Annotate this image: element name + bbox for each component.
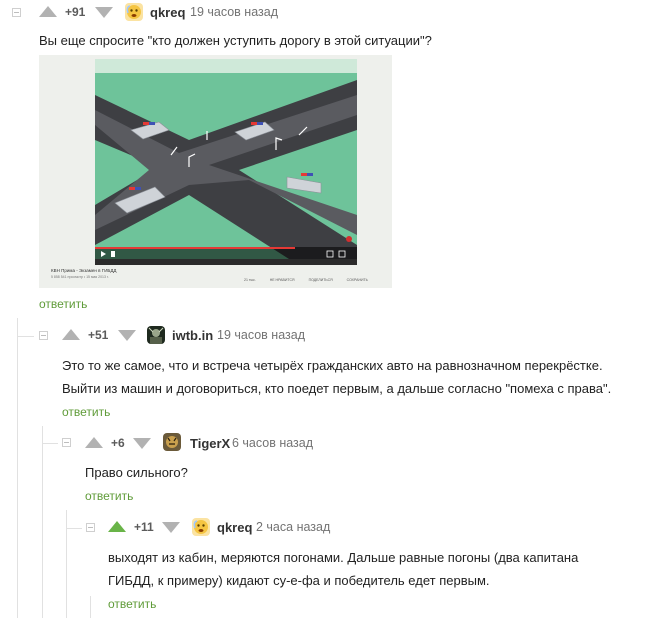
share-button[interactable]: ПОДЕЛИТЬСЯ — [309, 278, 333, 282]
thread-connector — [42, 443, 58, 444]
dislike-button[interactable]: НЕ НРАВИТСЯ — [270, 278, 295, 282]
downvote-icon[interactable] — [95, 7, 113, 18]
video-thumbnail — [39, 55, 392, 288]
comment-time[interactable]: 2 часа назад — [256, 520, 330, 534]
comment-text-line: выходят из кабин, меряются погонами. Дал… — [108, 550, 579, 565]
collapse-toggle[interactable] — [62, 438, 71, 447]
save-button[interactable]: СОХРАНИТЬ — [347, 278, 368, 282]
like-button[interactable]: 21 тыс. — [244, 278, 256, 282]
reply-link[interactable]: ответить — [62, 405, 110, 419]
comment-author[interactable]: qkreq — [217, 520, 252, 535]
video-title[interactable]: КВН Прима - Экзамен в ГИБДД — [51, 268, 116, 273]
upvote-icon[interactable] — [85, 437, 103, 448]
thread-connector — [66, 528, 82, 529]
comment-time[interactable]: 19 часов назад — [190, 5, 278, 19]
upvote-icon[interactable] — [39, 6, 57, 17]
comment-time[interactable]: 6 часов назад — [232, 436, 313, 450]
comment-text-line: Вы еще спросите "кто должен уступить дор… — [39, 33, 432, 48]
thread-branch-line[interactable] — [66, 510, 67, 618]
thread-branch-line[interactable] — [17, 318, 18, 618]
reply-link[interactable]: ответить — [39, 297, 87, 311]
thread-branch-line[interactable] — [42, 426, 43, 618]
comment-author[interactable]: TigerX — [190, 436, 230, 451]
reply-link[interactable]: ответить — [108, 597, 156, 611]
avatar[interactable] — [125, 3, 143, 21]
comment-rating: +6 — [111, 436, 125, 450]
reply-link[interactable]: ответить — [85, 489, 133, 503]
comment-author[interactable]: iwtb.in — [172, 328, 213, 343]
comment-text: Право сильного? — [85, 461, 188, 484]
comment-rating: +51 — [88, 328, 109, 342]
video-meta: 5 858 541 просмотр • 15 мая 2013 г. — [51, 275, 109, 279]
avatar[interactable] — [192, 518, 210, 536]
comment-author[interactable]: qkreq — [150, 5, 185, 20]
avatar[interactable] — [147, 326, 165, 344]
downvote-icon[interactable] — [162, 522, 180, 533]
comment-text: Это то же самое, что и встреча четырёх г… — [62, 354, 611, 400]
comment-rating: +11 — [134, 520, 154, 534]
collapse-toggle[interactable] — [39, 331, 48, 340]
downvote-icon[interactable] — [118, 330, 136, 341]
upvote-icon[interactable] — [108, 521, 126, 532]
comment-text-line: Право сильного? — [85, 465, 188, 480]
avatar[interactable] — [163, 433, 181, 451]
downvote-icon[interactable] — [133, 438, 151, 449]
comment-rating: +91 — [65, 5, 86, 19]
comment-text: выходят из кабин, меряются погонами. Дал… — [108, 546, 578, 592]
collapse-toggle[interactable] — [12, 8, 21, 17]
comment-text-line: Выйти из машин и договориться, кто поеде… — [62, 381, 612, 396]
comment-text-line: ГИБДД, к примеру) кидают су-е-фа и побед… — [108, 573, 490, 588]
upvote-icon[interactable] — [62, 329, 80, 340]
comment-time[interactable]: 19 часов назад — [217, 328, 305, 342]
thread-connector — [17, 336, 34, 337]
collapse-toggle[interactable] — [86, 523, 95, 532]
thread-branch-line[interactable] — [90, 596, 91, 618]
video-embed[interactable]: КВН Прима - Экзамен в ГИБДД 5 858 541 пр… — [39, 55, 392, 288]
comment-text: Вы еще спросите "кто должен уступить дор… — [39, 29, 432, 52]
comment-text-line: Это то же самое, что и встреча четырёх г… — [62, 358, 603, 373]
